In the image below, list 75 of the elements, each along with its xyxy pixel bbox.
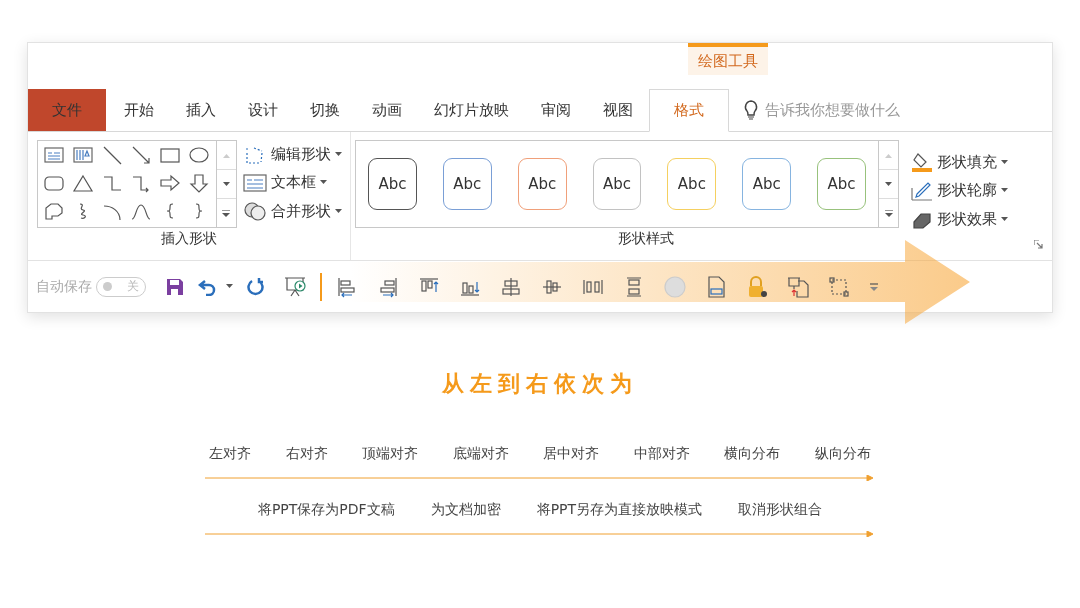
caption-item: 左对齐 <box>209 445 251 463</box>
undo-icon[interactable] <box>197 277 217 296</box>
shape-command[interactable]: 形状轮廓 <box>911 180 1008 202</box>
group-label: 插入形状 <box>161 230 217 248</box>
redo-icon[interactable] <box>246 276 266 297</box>
shape-style[interactable]: Abc <box>817 158 866 210</box>
caret-icon <box>225 284 233 289</box>
ribbon-tab[interactable]: 审阅 <box>525 89 587 131</box>
ribbon-tab[interactable]: 动画 <box>356 89 418 131</box>
lightbulb-icon <box>743 99 759 121</box>
caret-icon <box>885 181 892 187</box>
ribbon-tab[interactable]: 切换 <box>294 89 356 131</box>
caption-item: 底端对齐 <box>452 445 509 463</box>
slideshow-icon[interactable] <box>284 275 308 298</box>
ribbon-tab[interactable]: 幻灯片放映 <box>418 89 525 131</box>
ribbon-tab[interactable]: 插入 <box>170 89 232 131</box>
line-icon[interactable] <box>101 144 123 166</box>
caret-icon <box>1001 217 1008 223</box>
more-icon[interactable] <box>870 282 878 291</box>
caption-title: 从左到右依次为 <box>442 370 638 398</box>
shape-style[interactable]: Abc <box>517 158 567 210</box>
shape-style[interactable]: Abc <box>368 158 417 210</box>
oval-icon[interactable] <box>188 144 210 166</box>
context-tab-header: 绘图工具 <box>688 43 768 75</box>
caption-item: 居中对齐 <box>543 445 600 463</box>
shape-command[interactable]: 文本框 <box>242 173 342 193</box>
text-box-icon <box>242 173 267 193</box>
shape-style[interactable]: Abc <box>742 158 792 210</box>
text-box-icon[interactable] <box>43 144 65 166</box>
caret-icon <box>222 152 230 158</box>
save-as-show-icon[interactable] <box>786 275 809 298</box>
freeform-icon[interactable] <box>43 200 65 222</box>
ribbon-tab[interactable]: 视图 <box>587 89 649 131</box>
down-arrow-icon[interactable] <box>188 172 210 194</box>
expand-icon <box>884 209 893 217</box>
expand-icon <box>222 209 230 217</box>
caret-icon <box>319 180 327 186</box>
caret-icon <box>222 181 230 187</box>
shape-style[interactable]: Abc <box>592 158 642 210</box>
shape-command[interactable]: 形状填充 <box>911 151 1008 174</box>
caption-item: 将PPT保存为PDF文稿 <box>257 501 395 519</box>
caret-icon <box>334 152 342 158</box>
dialog-launcher-icon[interactable] <box>1034 240 1043 249</box>
caption-item: 取消形状组合 <box>738 501 823 519</box>
shape-command[interactable]: 编辑形状 <box>242 143 342 166</box>
shape-style[interactable]: Abc <box>442 158 492 210</box>
arrow-line-icon[interactable] <box>130 144 152 166</box>
caption-item: 横向分布 <box>724 445 781 463</box>
ribbon-tab[interactable]: 开始 <box>108 89 170 131</box>
group-label: 形状样式 <box>618 230 674 248</box>
ungroup-icon[interactable] <box>827 275 850 298</box>
caret-icon <box>334 208 342 214</box>
align-center-icon[interactable] <box>499 275 522 298</box>
pencil-icon <box>911 180 933 202</box>
right-arrow-icon[interactable] <box>159 172 181 194</box>
caret-icon <box>1001 159 1008 165</box>
caption-item: 右对齐 <box>285 445 328 463</box>
caption-item: 将PPT另存为直接放映模式 <box>536 501 703 519</box>
paint-bucket-icon <box>911 151 933 174</box>
autosave-label: 自动保存 <box>36 277 92 296</box>
caption-item: 纵向分布 <box>814 445 871 463</box>
caption-item: 中部对齐 <box>633 445 690 463</box>
caret-icon <box>885 152 892 158</box>
caret-icon <box>1001 188 1008 194</box>
vertical-text-box-icon[interactable] <box>72 144 94 166</box>
merge-shapes-icon <box>242 200 267 223</box>
ribbon-tab[interactable]: 设计 <box>232 89 294 131</box>
align-left-icon[interactable] <box>335 275 358 298</box>
ribbon-tab[interactable]: 格式 <box>649 89 729 132</box>
shape-command[interactable]: 合并形状 <box>242 200 342 223</box>
shape-style[interactable]: Abc <box>667 158 717 210</box>
caption-item: 顶端对齐 <box>362 445 419 463</box>
shape-command[interactable]: 形状效果 <box>911 208 1008 231</box>
caption-item: 为文档加密 <box>430 501 501 519</box>
save-icon[interactable] <box>166 277 184 296</box>
